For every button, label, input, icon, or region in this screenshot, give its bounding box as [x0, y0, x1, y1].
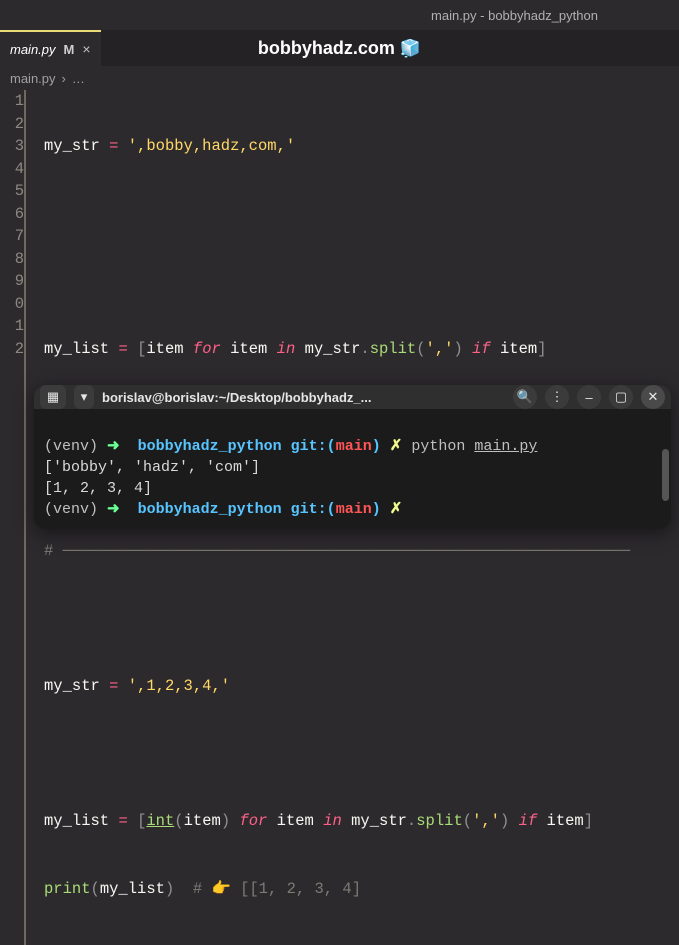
window-title: main.py - bobbyhadz_python	[431, 8, 598, 23]
prompt-branch: main	[336, 438, 372, 455]
breadcrumb-more-icon: …	[72, 71, 85, 86]
brand-cube-icon: 🧊	[400, 39, 421, 58]
terminal-title: borislav@borislav:~/Desktop/bobbyhadz_..…	[102, 390, 372, 405]
prompt-arrow-icon: ➜	[107, 438, 120, 455]
code-line: # ──────────────────────────────────────…	[44, 540, 630, 563]
terminal-dropdown-icon[interactable]: ▾	[74, 385, 94, 409]
code-line: my_list = [int(item) for item in my_str.…	[44, 810, 630, 833]
code-line: my_list = [item for item in my_str.split…	[44, 338, 630, 361]
terminal-output: ['bobby', 'hadz', 'com']	[44, 459, 260, 476]
terminal-body[interactable]: (venv) ➜ bobbyhadz_python git:(main) ✗ p…	[34, 409, 671, 529]
search-icon[interactable]: 🔍	[513, 385, 537, 409]
editor-tab-bar: main.py M × bobbyhadz.com 🧊	[0, 30, 679, 66]
line-number: 3	[0, 135, 24, 158]
breadcrumb[interactable]: main.py › …	[0, 66, 679, 90]
window-titlebar: main.py - bobbyhadz_python	[0, 0, 679, 30]
line-number: 2	[0, 338, 24, 361]
line-number: 1	[0, 315, 24, 338]
code-line: my_str = ',bobby,hadz,com,'	[44, 135, 630, 158]
code-line	[44, 608, 630, 631]
code-line	[44, 203, 630, 226]
line-number: 0	[0, 293, 24, 316]
gutter-indent-guide	[24, 90, 26, 945]
prompt-venv: (venv)	[44, 501, 98, 518]
line-number: 8	[0, 248, 24, 271]
line-number: 7	[0, 225, 24, 248]
terminal-output: [1, 2, 3, 4]	[44, 480, 152, 497]
prompt-dir: bobbyhadz_python	[138, 501, 282, 518]
chevron-right-icon: ›	[62, 71, 66, 86]
site-brand: bobbyhadz.com 🧊	[0, 38, 679, 59]
terminal-scrollbar[interactable]	[662, 449, 669, 501]
prompt-dirty-icon: ✗	[390, 438, 403, 455]
minimize-icon[interactable]: –	[577, 385, 601, 409]
tab-main-py[interactable]: main.py M ×	[0, 30, 101, 66]
line-gutter: 1 2 3 4 5 6 7 8 9 0 1 2	[0, 90, 26, 945]
prompt-git: git:(	[291, 438, 336, 455]
prompt-venv: (venv)	[44, 438, 98, 455]
terminal-window: ▦ ▾ borislav@borislav:~/Desktop/bobbyhad…	[34, 385, 671, 529]
tab-modified-indicator: M	[64, 42, 75, 57]
code-line: print(my_list) # 👉 [[1, 2, 3, 4]	[44, 878, 630, 901]
code-line: my_str = ',1,2,3,4,'	[44, 675, 630, 698]
prompt-file: main.py	[474, 438, 537, 455]
close-icon[interactable]: ✕	[641, 385, 665, 409]
tab-close-icon[interactable]: ×	[82, 41, 90, 57]
brand-text: bobbyhadz.com	[258, 38, 395, 58]
maximize-icon[interactable]: ▢	[609, 385, 633, 409]
prompt-arrow-icon: ➜	[107, 501, 120, 518]
line-number: 5	[0, 180, 24, 203]
breadcrumb-file: main.py	[10, 71, 56, 86]
line-number: 2	[0, 113, 24, 136]
line-number: 9	[0, 270, 24, 293]
code-line	[44, 270, 630, 293]
prompt-git-close: )	[372, 501, 381, 518]
code-line	[44, 743, 630, 766]
prompt-dir: bobbyhadz_python	[138, 438, 282, 455]
prompt-command: python	[411, 438, 465, 455]
line-number: 4	[0, 158, 24, 181]
line-number: 6	[0, 203, 24, 226]
terminal-new-tab-button[interactable]: ▦	[40, 385, 66, 409]
line-number: 1	[0, 90, 24, 113]
menu-icon[interactable]: ⋮	[545, 385, 569, 409]
tab-filename: main.py	[10, 42, 56, 57]
prompt-dirty-icon: ✗	[390, 501, 403, 518]
terminal-header: ▦ ▾ borislav@borislav:~/Desktop/bobbyhad…	[34, 385, 671, 409]
prompt-git: git:(	[291, 501, 336, 518]
prompt-git-close: )	[372, 438, 381, 455]
prompt-branch: main	[336, 501, 372, 518]
